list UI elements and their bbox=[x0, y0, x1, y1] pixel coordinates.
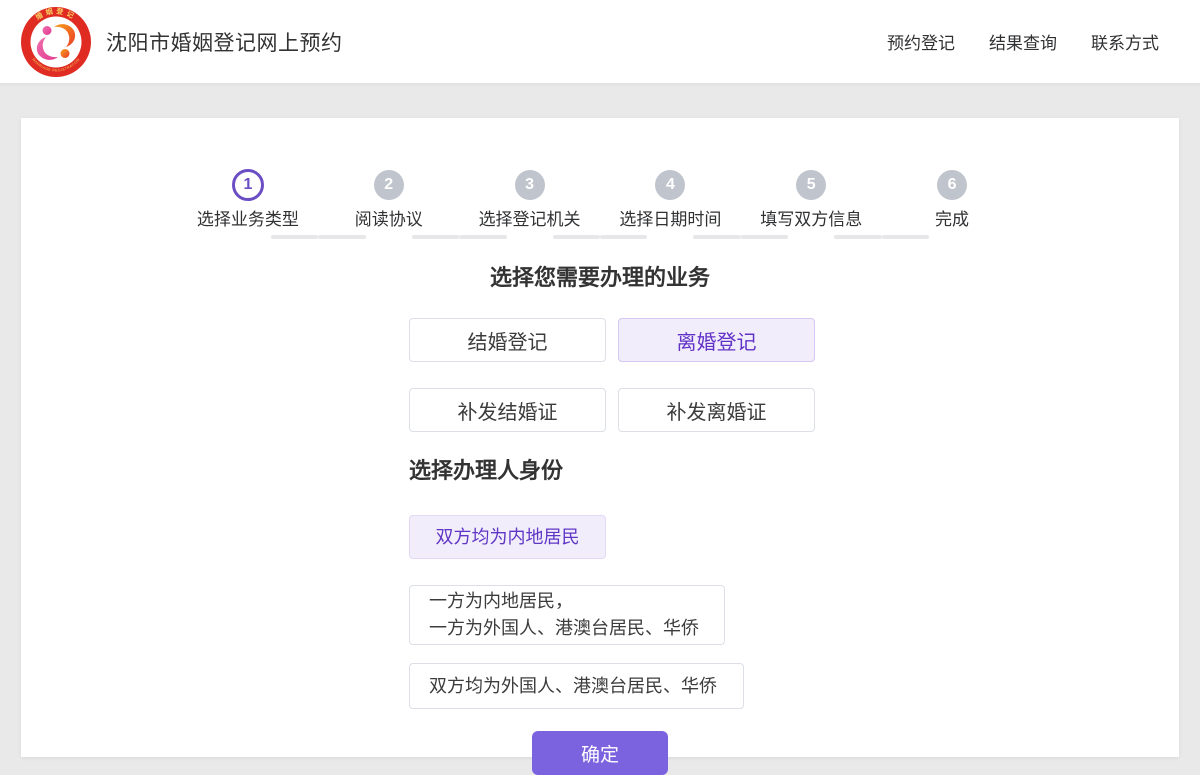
nav-appointment-registration[interactable]: 预约登记 bbox=[887, 29, 955, 54]
step-4-circle: 4 bbox=[655, 170, 685, 200]
identity-option-label-line2: 一方为外国人、港澳台居民、华侨 bbox=[429, 615, 699, 642]
step-2-circle: 2 bbox=[374, 170, 404, 200]
step-4-label: 选择日期时间 bbox=[619, 210, 721, 230]
wizard-stepper: 1 选择业务类型 2 阅读协议 3 选择登记机关 4 选择日期时间 5 填写双方… bbox=[178, 118, 1023, 230]
business-type-options: 结婚登记 离婚登记 补发结婚证 补发离婚证 bbox=[409, 318, 815, 432]
identity-option-both-foreign[interactable]: 双方均为外国人、港澳台居民、华侨 bbox=[409, 663, 744, 709]
step-4-date-time: 4 选择日期时间 bbox=[600, 170, 741, 230]
business-option-marriage-registration[interactable]: 结婚登记 bbox=[409, 318, 606, 362]
step-1-business-type: 1 选择业务类型 bbox=[178, 170, 319, 230]
step-2-label: 阅读协议 bbox=[355, 210, 423, 230]
identity-option-label: 双方均为外国人、港澳台居民、华侨 bbox=[429, 673, 717, 700]
main-card: 1 选择业务类型 2 阅读协议 3 选择登记机关 4 选择日期时间 5 填写双方… bbox=[21, 118, 1179, 757]
step-1-circle: 1 bbox=[232, 169, 264, 201]
marriage-seal-icon: 婚姻登记 MARRIAGE REGISTRATION bbox=[20, 6, 92, 78]
identity-option-both-mainland-residents[interactable]: 双方均为内地居民 bbox=[409, 515, 606, 559]
step-6-circle: 6 bbox=[937, 170, 967, 200]
header-nav: 预约登记 结果查询 联系方式 bbox=[887, 29, 1159, 54]
step-5-both-parties-info: 5 填写双方信息 bbox=[741, 170, 882, 230]
confirm-button[interactable]: 确定 bbox=[532, 731, 668, 775]
step-1-label: 选择业务类型 bbox=[197, 210, 299, 230]
step-3-registry-office: 3 选择登记机关 bbox=[459, 170, 600, 230]
step-5-label: 填写双方信息 bbox=[760, 210, 862, 230]
step-6-complete: 6 完成 bbox=[882, 170, 1023, 230]
business-option-reissue-divorce-certificate[interactable]: 补发离婚证 bbox=[618, 388, 815, 432]
page-title: 沈阳市婚姻登记网上预约 bbox=[106, 27, 343, 57]
step-6-label: 完成 bbox=[935, 210, 969, 230]
identity-option-one-mainland-one-foreign[interactable]: 一方为内地居民， 一方为外国人、港澳台居民、华侨 bbox=[409, 585, 725, 645]
identity-option-label: 双方均为内地居民 bbox=[436, 524, 580, 551]
step-2-read-agreement: 2 阅读协议 bbox=[318, 170, 459, 230]
step-3-circle: 3 bbox=[515, 170, 545, 200]
step-3-label: 选择登记机关 bbox=[479, 210, 581, 230]
app-header: 婚姻登记 MARRIAGE REGISTRATION 沈阳市婚姻登记网上预约 预… bbox=[0, 0, 1200, 84]
business-option-reissue-marriage-certificate[interactable]: 补发结婚证 bbox=[409, 388, 606, 432]
step-5-circle: 5 bbox=[796, 170, 826, 200]
identity-options: 双方均为内地居民 一方为内地居民， 一方为外国人、港澳台居民、华侨 双方均为外国… bbox=[409, 515, 1179, 709]
business-option-divorce-registration[interactable]: 离婚登记 bbox=[618, 318, 815, 362]
identity-option-label-line1: 一方为内地居民， bbox=[429, 588, 573, 615]
business-section-title: 选择您需要办理的业务 bbox=[21, 265, 1179, 291]
identity-section-title: 选择办理人身份 bbox=[409, 458, 1179, 484]
nav-contact-info[interactable]: 联系方式 bbox=[1091, 29, 1159, 54]
nav-result-query[interactable]: 结果查询 bbox=[989, 29, 1057, 54]
